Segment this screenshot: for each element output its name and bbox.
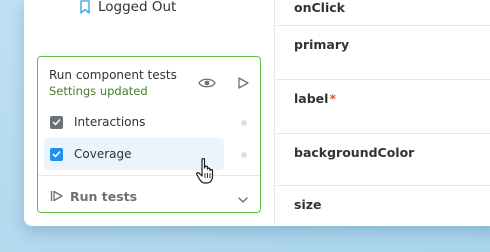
run-tests-button[interactable]: Run tests	[50, 187, 137, 206]
divider	[38, 175, 260, 176]
run-icon	[50, 187, 64, 206]
test-panel: Run component tests Settings updated Int…	[37, 56, 261, 213]
chevron-down-icon[interactable]	[237, 190, 249, 203]
panel-status: Settings updated	[49, 84, 148, 98]
prop-name: label*	[294, 91, 336, 106]
status-dot	[241, 120, 247, 126]
table-row: onClick	[275, 0, 490, 26]
run-tests-label: Run tests	[70, 189, 138, 204]
prop-name: primary	[294, 37, 350, 52]
storybook-window: Logged Out Run component tests Settings …	[24, 0, 490, 226]
prop-name-text: label	[294, 91, 329, 106]
play-icon[interactable]	[236, 75, 250, 89]
table-row: primary	[275, 26, 490, 80]
coverage-checkbox[interactable]	[50, 147, 63, 161]
table-row: backgroundColor	[275, 134, 490, 186]
sidebar-item-logged-out[interactable]: Logged Out	[80, 0, 176, 17]
table-row: size	[275, 186, 490, 226]
status-dot	[241, 152, 247, 158]
hand-pointer-icon	[195, 157, 217, 185]
required-marker: *	[329, 91, 336, 106]
table-row: label*	[275, 80, 490, 134]
option-label: Interactions	[74, 115, 146, 129]
prop-name: backgroundColor	[294, 145, 415, 160]
option-label: Coverage	[74, 147, 132, 161]
eye-icon[interactable]	[198, 75, 216, 89]
panel-title: Run component tests	[49, 68, 177, 82]
bookmark-icon	[80, 0, 90, 14]
prop-name: size	[294, 197, 322, 212]
prop-name: onClick	[294, 0, 345, 15]
sidebar-item-label: Logged Out	[98, 0, 177, 15]
option-interactions[interactable]: Interactions	[44, 106, 224, 138]
sidebar-pane: Logged Out Run component tests Settings …	[24, 0, 275, 226]
props-table: onClick primary label* backgroundColor s…	[275, 0, 490, 226]
interactions-checkbox[interactable]	[50, 115, 63, 129]
